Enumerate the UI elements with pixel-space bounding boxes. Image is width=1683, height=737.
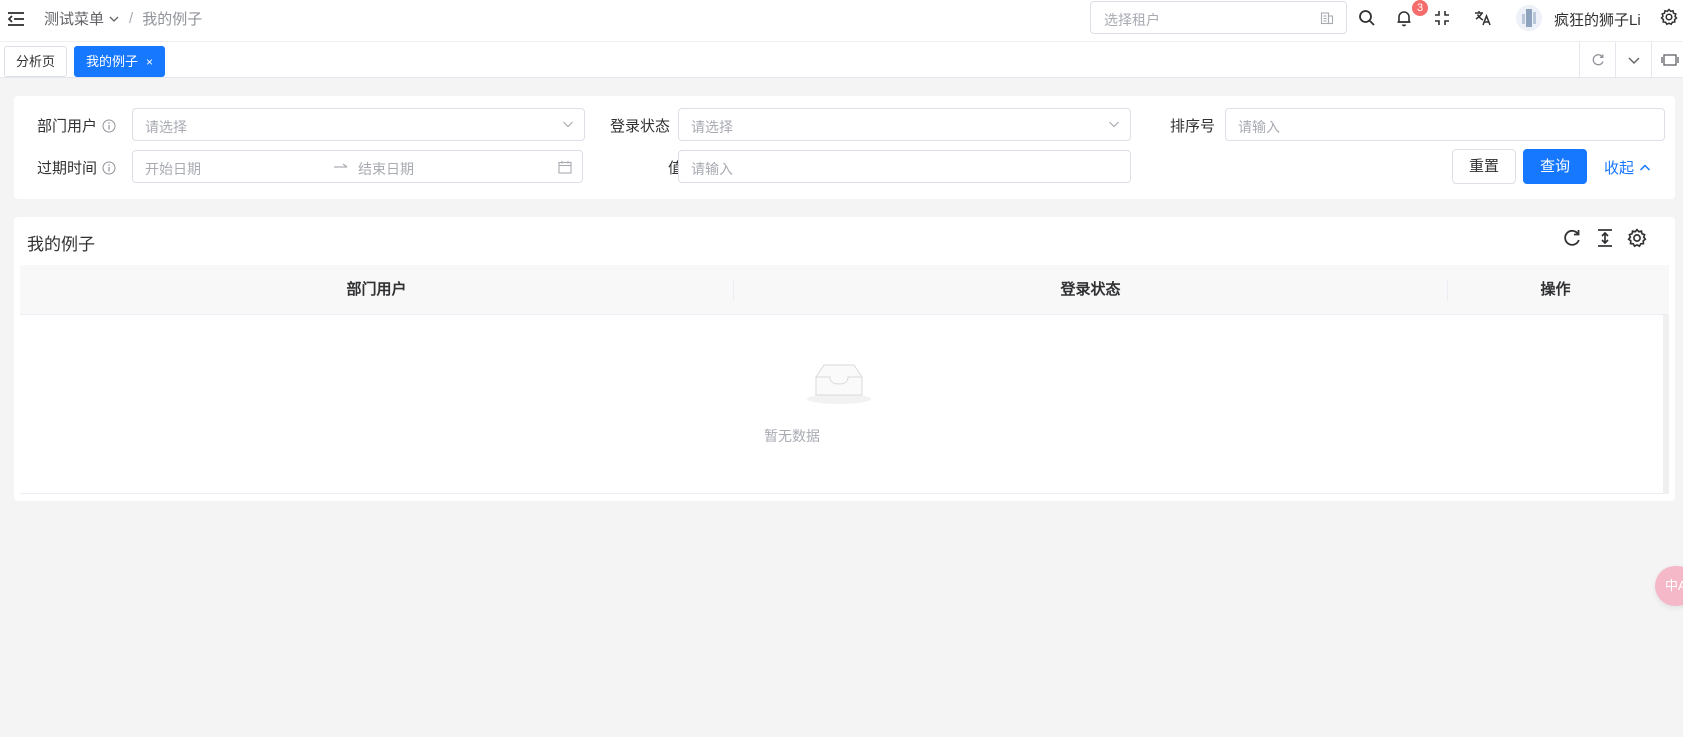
breadcrumb-label: 测试菜单 xyxy=(44,11,105,28)
query-button[interactable]: 查询 xyxy=(1523,149,1587,184)
table-body: 暂无数据 xyxy=(20,315,1669,494)
tab-label: 我的例子 xyxy=(86,54,139,69)
expire-time-label: 过期时间 xyxy=(37,157,116,178)
breadcrumb: 测试菜单 / 我的例子 xyxy=(44,8,202,29)
refresh-icon xyxy=(1591,53,1605,67)
table-header: 部门用户 登录状态 操作 xyxy=(20,265,1669,315)
search-icon[interactable] xyxy=(1356,7,1378,29)
avatar[interactable] xyxy=(1516,5,1542,31)
breadcrumb-item-current: 我的例子 xyxy=(142,11,203,28)
column-header-actions: 操作 xyxy=(1540,281,1571,298)
maximize-icon xyxy=(1660,53,1679,67)
chevron-down-icon xyxy=(1627,53,1641,67)
fullscreen-icon[interactable] xyxy=(1431,7,1453,29)
sort-no-label: 排序号 xyxy=(1170,118,1216,135)
notification-badge: 3 xyxy=(1412,0,1428,16)
search-form: 部门用户 请选择 登录状态 请选择 排序号 请输入 过期时间 开始日期 结束日期 xyxy=(14,96,1675,199)
vertical-scrollbar[interactable] xyxy=(1663,315,1669,494)
end-date-placeholder: 结束日期 xyxy=(358,161,414,177)
breadcrumb-separator: / xyxy=(129,10,134,27)
login-status-select[interactable]: 请选择 xyxy=(678,108,1131,141)
empty-text: 暂无数据 xyxy=(764,428,820,444)
tab-my-example[interactable]: 我的例子 × xyxy=(74,46,166,77)
value-input[interactable]: 请输入 xyxy=(678,150,1131,183)
info-icon[interactable] xyxy=(102,161,116,175)
gear-icon[interactable] xyxy=(1660,8,1680,28)
close-icon[interactable]: × xyxy=(146,55,153,69)
username[interactable]: 疯狂的狮子Li xyxy=(1554,9,1641,30)
translate-icon[interactable] xyxy=(1472,7,1494,29)
gear-icon[interactable] xyxy=(1626,227,1648,249)
tab-label: 分析页 xyxy=(16,54,56,69)
tab-dropdown-button[interactable] xyxy=(1615,42,1651,78)
info-icon[interactable] xyxy=(102,119,116,133)
column-header-dept-user[interactable]: 部门用户 xyxy=(20,265,733,315)
calendar-icon xyxy=(558,160,572,174)
refresh-tab-button[interactable] xyxy=(1579,42,1615,78)
expire-time-label-text: 过期时间 xyxy=(37,160,98,177)
expire-time-date-range[interactable]: 开始日期 结束日期 xyxy=(132,150,583,183)
collapse-toggle[interactable]: 收起 xyxy=(1604,157,1651,178)
start-date-placeholder: 开始日期 xyxy=(145,161,201,177)
login-status-placeholder: 请选择 xyxy=(691,119,733,135)
chevron-down-icon xyxy=(562,118,574,130)
tab-analysis[interactable]: 分析页 xyxy=(4,46,68,77)
building-icon xyxy=(1320,11,1334,25)
chevron-down-icon xyxy=(108,13,120,25)
table-card: 我的例子 部门用户 登录状态 操作 暂无数据 xyxy=(14,217,1675,501)
tabs-bar: 分析页 我的例子 × xyxy=(0,42,1683,78)
collapse-label: 收起 xyxy=(1604,160,1635,177)
tenant-select-placeholder: 选择租户 xyxy=(1104,12,1160,28)
tenant-select[interactable]: 选择租户 xyxy=(1090,1,1347,34)
floating-language-button[interactable]: 中A xyxy=(1655,566,1683,606)
value-placeholder: 请输入 xyxy=(691,161,733,177)
dept-user-placeholder: 请选择 xyxy=(145,119,187,135)
dept-user-label-text: 部门用户 xyxy=(37,118,98,135)
breadcrumb-item-test-menu[interactable]: 测试菜单 xyxy=(44,8,120,29)
arrow-right-icon xyxy=(333,159,349,175)
top-header: 测试菜单 / 我的例子 选择租户 3 疯狂的狮子Li xyxy=(0,0,1683,42)
table-title: 我的例子 xyxy=(27,235,95,254)
menu-fold-icon[interactable] xyxy=(6,9,26,29)
dept-user-label: 部门用户 xyxy=(37,115,116,136)
chevron-up-icon xyxy=(1639,163,1651,171)
refresh-icon[interactable] xyxy=(1561,227,1583,249)
sort-no-input[interactable]: 请输入 xyxy=(1225,108,1665,141)
empty-inbox-icon xyxy=(806,361,872,405)
sort-no-placeholder: 请输入 xyxy=(1238,119,1280,135)
column-height-icon[interactable] xyxy=(1594,227,1616,249)
login-status-label: 登录状态 xyxy=(610,118,671,135)
column-header-login-status[interactable]: 登录状态 xyxy=(734,265,1447,315)
reset-button[interactable]: 重置 xyxy=(1452,149,1516,184)
maximize-button[interactable] xyxy=(1651,42,1683,78)
dept-user-select[interactable]: 请选择 xyxy=(132,108,585,141)
chevron-down-icon xyxy=(1108,118,1120,130)
